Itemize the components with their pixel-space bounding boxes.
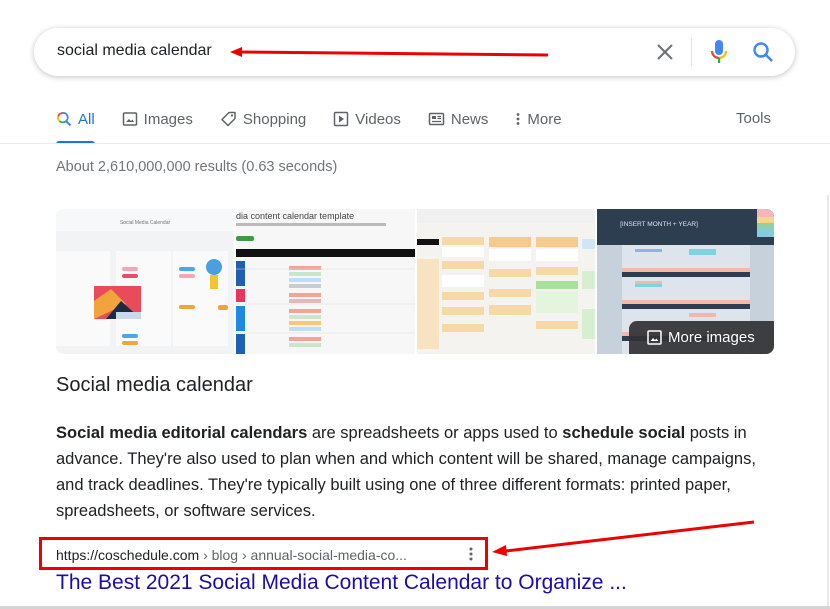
image-thumbnail[interactable] (417, 209, 595, 354)
result-title-link[interactable]: The Best 2021 Social Media Content Calen… (56, 571, 627, 595)
svg-text:Social Media Calendar: Social Media Calendar (120, 220, 171, 226)
search-icon (56, 111, 72, 127)
tab-all[interactable]: All (56, 104, 95, 144)
tab-label: More (527, 110, 562, 128)
tab-more[interactable]: More (515, 104, 562, 134)
snippet-text: are spreadsheets or apps used to (307, 424, 563, 442)
result-url-breadcrumb: › blog › annual-social-media-co... (199, 547, 407, 563)
svg-text:[INSERT MONTH + YEAR]: [INSERT MONTH + YEAR] (620, 221, 698, 228)
microphone-icon (710, 40, 728, 63)
newspaper-icon (428, 111, 445, 127)
tag-icon (220, 111, 237, 127)
tools-button[interactable]: Tools (736, 110, 771, 127)
image-thumbnail[interactable]: dia content calendar template (236, 209, 415, 354)
result-url[interactable]: https://coschedule.com › blog › annual-s… (56, 547, 407, 563)
annotation-arrow-url (492, 520, 755, 556)
image-thumbnail[interactable]: [INSERT MONTH + YEAR] More images (597, 209, 774, 354)
snippet-bold: schedule social (562, 424, 686, 442)
search-icon (753, 42, 773, 62)
search-button[interactable] (751, 40, 775, 64)
tab-news[interactable]: News (428, 104, 489, 134)
tab-label: Images (143, 110, 193, 128)
close-icon (657, 44, 673, 60)
search-tabs: All Images Shopping Videos News More (56, 104, 589, 144)
tab-label: Shopping (242, 110, 307, 128)
image-icon (647, 330, 662, 345)
tab-videos[interactable]: Videos (333, 104, 401, 134)
result-options-button[interactable] (467, 546, 475, 562)
featured-snippet-text: Social media editorial calendars are spr… (56, 420, 776, 524)
image-strip: Social Media Calendar dia content calend… (56, 209, 774, 354)
image-icon (122, 111, 138, 127)
tab-label: Videos (355, 110, 401, 128)
search-box[interactable]: social media calendar (34, 28, 795, 76)
tab-shopping[interactable]: Shopping (220, 104, 306, 134)
svg-text:dia content calendar template: dia content calendar template (236, 211, 354, 221)
result-url-domain: https://coschedule.com (56, 547, 200, 563)
clear-search-button[interactable] (654, 40, 676, 64)
tab-images[interactable]: Images (122, 104, 193, 134)
search-divider (691, 38, 692, 66)
vertical-dots-icon (515, 111, 521, 127)
more-images-label: More images (668, 329, 755, 346)
result-stats: About 2,610,000,000 results (0.63 second… (56, 159, 338, 175)
tab-label: All (78, 110, 95, 128)
snippet-bold: Social media editorial calendars (56, 424, 308, 442)
panel-border (827, 195, 829, 609)
play-icon (333, 111, 349, 127)
vertical-dots-icon (469, 547, 473, 561)
search-input[interactable]: social media calendar (57, 42, 212, 60)
image-thumbnail[interactable]: Social Media Calendar (56, 209, 234, 354)
voice-search-button[interactable] (708, 38, 730, 66)
tabs-divider (0, 143, 830, 144)
featured-snippet-title: Social media calendar (56, 374, 253, 396)
tab-label: News (450, 110, 489, 128)
more-images-button[interactable]: More images (629, 321, 774, 354)
